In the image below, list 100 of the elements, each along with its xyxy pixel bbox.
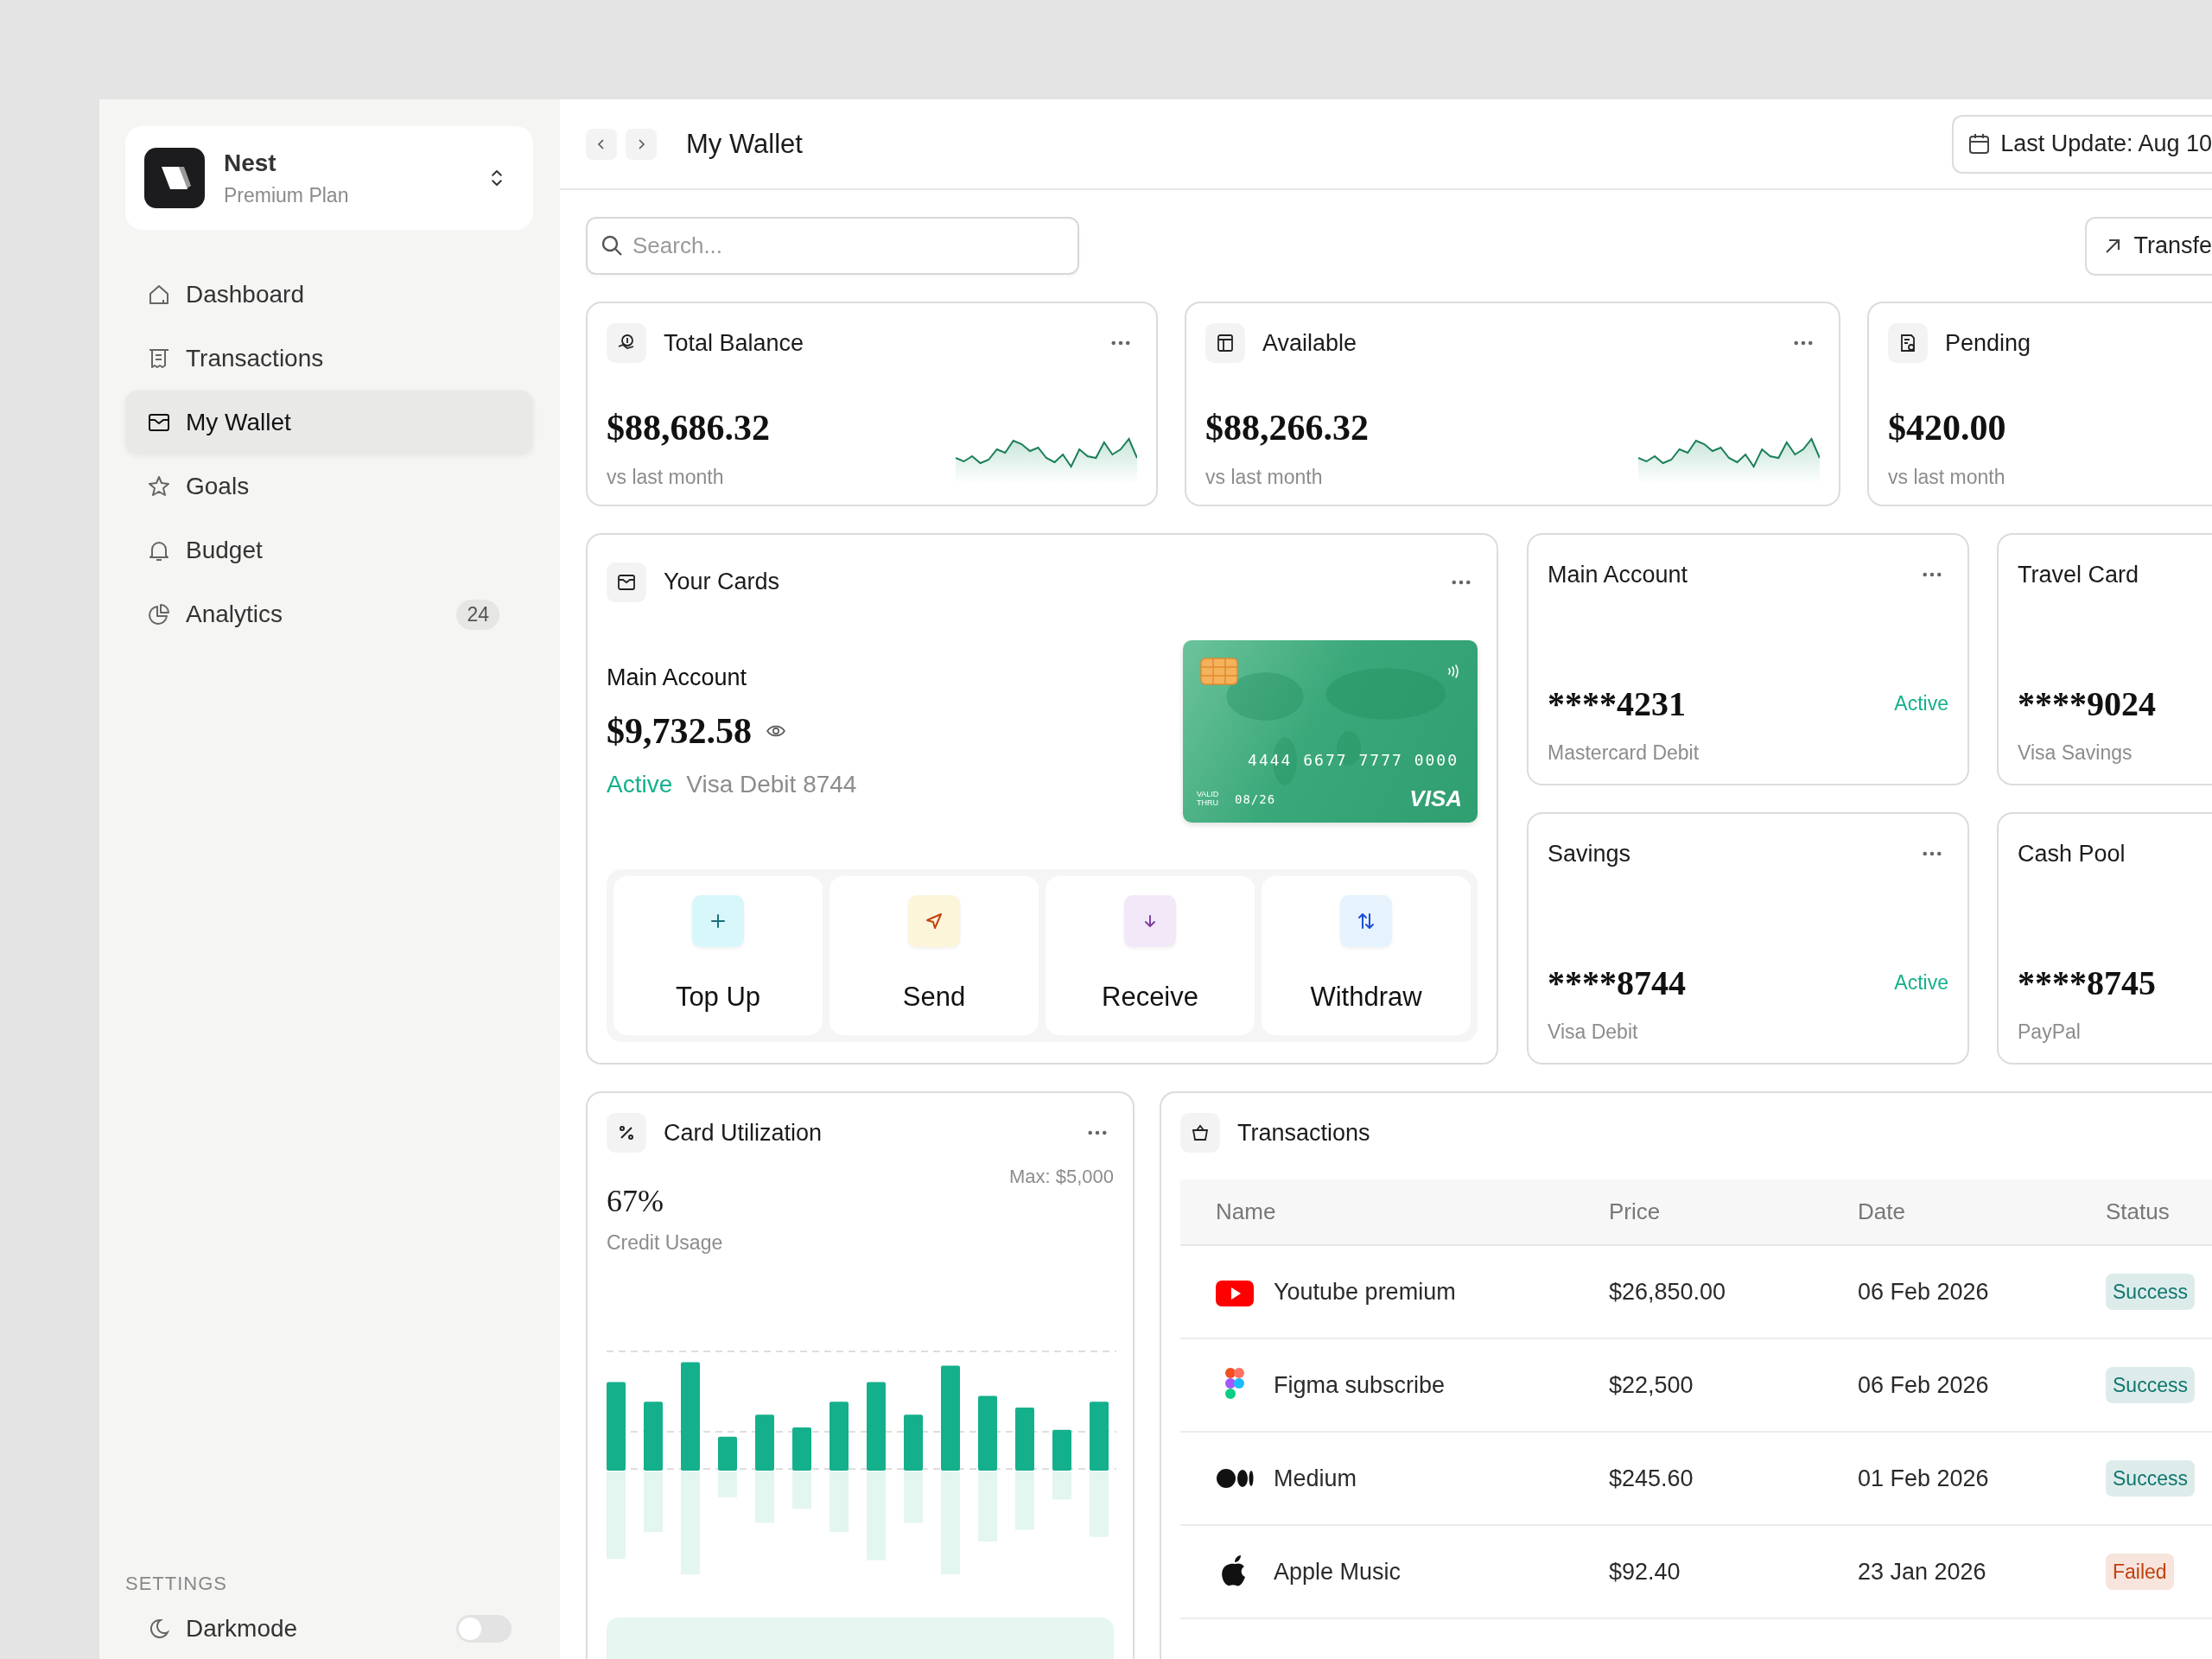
toggle-switch[interactable] bbox=[456, 1615, 512, 1643]
masked-card-number: ****8745 bbox=[2018, 963, 2156, 1003]
more-icon[interactable] bbox=[1088, 1130, 1107, 1135]
column-header: Price bbox=[1609, 1198, 1662, 1225]
table-cell-text: 23 Jan 2026 bbox=[1858, 1558, 1987, 1586]
balance-value: $420.00 bbox=[1888, 407, 2006, 448]
bar-reflection bbox=[792, 1471, 811, 1510]
document-icon bbox=[1888, 323, 1928, 363]
table-cell: Figma subscribe bbox=[1274, 1371, 1446, 1399]
bar bbox=[1052, 1429, 1071, 1471]
last-update-button[interactable]: Last Update: Aug 10 bbox=[1952, 114, 2212, 174]
bar-reflection bbox=[830, 1471, 849, 1533]
table-cell-text: 01 Feb 2026 bbox=[1858, 1465, 1990, 1492]
receipt-icon bbox=[147, 346, 171, 371]
account-card[interactable]: Main Account ****4231 Active Mastercard Debit bbox=[1527, 533, 1969, 785]
wallet-icon bbox=[607, 562, 646, 602]
more-icon[interactable] bbox=[1452, 579, 1471, 585]
account-name: Travel Card bbox=[2018, 561, 2140, 588]
nav-item[interactable]: Analytics 24 bbox=[125, 582, 533, 646]
card-label: Visa Debit 8744 bbox=[686, 771, 857, 799]
card-type: Visa Savings bbox=[2018, 741, 2133, 765]
card-title: Transactions bbox=[1237, 1119, 1371, 1147]
status-label: Active bbox=[1894, 692, 1948, 715]
action-button[interactable]: Top Up bbox=[613, 876, 823, 1035]
logo-icon bbox=[144, 148, 205, 208]
nav-item[interactable]: Transactions bbox=[125, 327, 533, 391]
comparison-note: vs last month bbox=[607, 466, 725, 489]
bar-reflection bbox=[1015, 1471, 1034, 1530]
chip-icon bbox=[1200, 658, 1238, 686]
column-header: Status bbox=[2106, 1198, 2171, 1225]
count-badge: 24 bbox=[456, 599, 499, 630]
bar-reflection bbox=[644, 1471, 663, 1533]
star-icon bbox=[147, 474, 171, 499]
card-title: Card Utilization bbox=[664, 1119, 823, 1147]
bar bbox=[904, 1414, 923, 1471]
card-type: PayPal bbox=[2018, 1020, 2082, 1044]
bar-reflection bbox=[718, 1471, 737, 1497]
usage-label: Credit Usage bbox=[607, 1231, 724, 1255]
forward-button[interactable] bbox=[626, 128, 657, 160]
limit-label: Max: $5,000 bbox=[1008, 1166, 1114, 1188]
chevron-updown-icon bbox=[490, 168, 504, 188]
account-name: Savings bbox=[1548, 840, 1632, 868]
home-icon bbox=[147, 283, 171, 307]
table-cell-text: $22,500 bbox=[1609, 1371, 1694, 1399]
status-badge: Success bbox=[2106, 1366, 2195, 1403]
basket-icon bbox=[1180, 1113, 1220, 1153]
table-cell-text: 06 Feb 2026 bbox=[1858, 1371, 1990, 1399]
usage-percent: 67% bbox=[607, 1183, 664, 1219]
more-icon[interactable] bbox=[1923, 572, 1942, 577]
section-heading: SETTINGS bbox=[125, 1573, 228, 1595]
valid-thru-label: VALID THRU bbox=[1197, 791, 1220, 808]
send-icon bbox=[908, 895, 960, 948]
transfer-button[interactable]: Transfe bbox=[2085, 216, 2212, 276]
arrow-down-icon bbox=[1124, 895, 1176, 948]
swap-icon bbox=[1340, 895, 1392, 948]
bar-reflection bbox=[755, 1471, 774, 1523]
status-badge: Success bbox=[2106, 1459, 2195, 1497]
status-label: Active bbox=[607, 771, 673, 799]
nav-item[interactable]: Dashboard bbox=[125, 263, 533, 327]
balance-value: $9,732.58 bbox=[607, 710, 752, 753]
table-cell: Youtube premium bbox=[1274, 1278, 1456, 1306]
card-type: Mastercard Debit bbox=[1548, 741, 1700, 765]
expiry-date: 08/26 bbox=[1235, 791, 1277, 806]
back-button[interactable] bbox=[586, 128, 617, 160]
nav-item[interactable]: Budget bbox=[125, 518, 533, 582]
card-number: 4444 6677 7777 0000 bbox=[1248, 751, 1459, 770]
search-icon bbox=[600, 233, 624, 257]
coin-icon bbox=[607, 323, 646, 363]
balance-value: $88,266.32 bbox=[1205, 407, 1369, 448]
table-cell-text: $92.40 bbox=[1609, 1558, 1681, 1586]
bar-reflection bbox=[904, 1471, 923, 1523]
status-badge: Success bbox=[2106, 1273, 2195, 1310]
masked-card-number: ****4231 bbox=[1548, 683, 1686, 724]
account-card[interactable]: Savings ****8744 Active Visa Debit bbox=[1527, 812, 1969, 1065]
table-cell: Medium bbox=[1274, 1465, 1357, 1492]
bar bbox=[792, 1427, 811, 1471]
account-card[interactable]: Cash Pool ****8745 PayPal bbox=[1997, 812, 2212, 1065]
nav-item[interactable]: My Wallet bbox=[125, 391, 533, 454]
card-title: Your Cards bbox=[664, 569, 781, 596]
card-type: Visa Debit bbox=[1548, 1020, 1639, 1044]
comparison-note: vs last month bbox=[1205, 466, 1324, 489]
table-cell-text: 06 Feb 2026 bbox=[1858, 1278, 1990, 1306]
action-button[interactable]: Receive bbox=[1046, 876, 1255, 1035]
workspace-switcher[interactable]: Nest Premium Plan bbox=[125, 126, 533, 230]
percent-icon bbox=[607, 1113, 646, 1153]
card-title: Available bbox=[1262, 329, 1358, 357]
masked-card-number: ****8744 bbox=[1548, 963, 1686, 1003]
card-title: Pending bbox=[1945, 329, 2032, 357]
page-title: My Wallet bbox=[686, 128, 803, 160]
nav-item[interactable]: Goals bbox=[125, 454, 533, 518]
action-button[interactable]: Send bbox=[830, 876, 1039, 1035]
more-icon[interactable] bbox=[1923, 851, 1942, 856]
more-icon[interactable] bbox=[1111, 340, 1130, 346]
more-icon[interactable] bbox=[1794, 340, 1813, 346]
workspace-name: Nest bbox=[224, 149, 277, 177]
account-name: Main Account bbox=[607, 664, 748, 692]
action-button[interactable]: Withdraw bbox=[1262, 876, 1471, 1035]
search-field[interactable]: Search... bbox=[586, 217, 1079, 275]
account-card[interactable]: Travel Card ****9024 Visa Savings bbox=[1997, 533, 2212, 785]
table-cell-text: $245.60 bbox=[1609, 1465, 1694, 1492]
